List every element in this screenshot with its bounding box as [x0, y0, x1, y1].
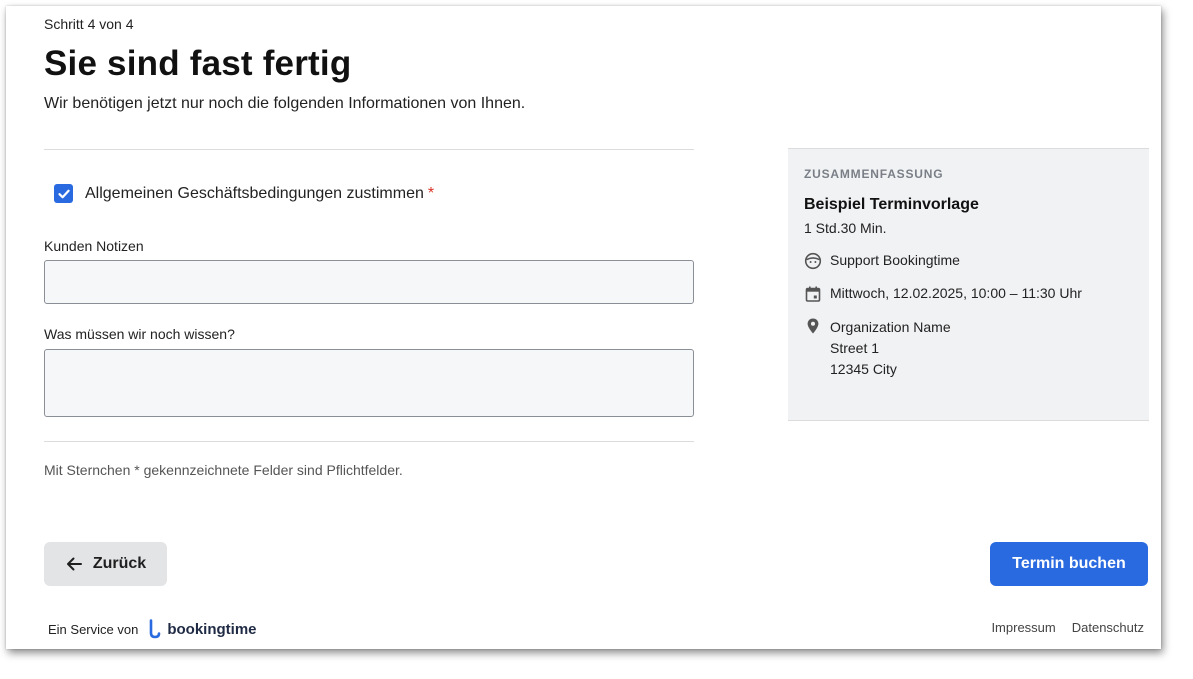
agb-checkbox[interactable]: [54, 184, 73, 203]
summary-heading: ZUSAMMENFASSUNG: [804, 167, 944, 181]
bookingtime-logo-icon: [150, 619, 161, 639]
notes-label: Kunden Notizen: [44, 238, 144, 254]
divider-top: [44, 149, 694, 150]
address-line: Street 1: [830, 340, 880, 356]
summary-staff-row: Support Bookingtime: [804, 252, 1133, 270]
calendar-icon: [804, 285, 822, 303]
page-title: Sie sind fast fertig: [44, 44, 352, 83]
summary-address: Organization Name Street 1 12345 City: [830, 317, 951, 380]
bookingtime-logo[interactable]: bookingtime: [148, 619, 257, 639]
location-pin-icon: [804, 317, 822, 335]
summary-datetime: Mittwoch, 12.02.2025, 10:00 – 11:30 Uhr: [830, 285, 1082, 301]
page-subtitle: Wir benötigen jetzt nur noch die folgend…: [44, 95, 526, 112]
summary-duration: 1 Std.30 Min.: [804, 220, 887, 236]
extra-info-label: Was müssen wir noch wissen?: [44, 326, 235, 342]
face-icon: [804, 252, 822, 270]
required-mark: *: [427, 184, 435, 202]
booking-card: Schritt 4 von 4 Sie sind fast fertig Wir…: [6, 6, 1161, 649]
arrow-left-icon: [66, 557, 82, 571]
back-button-label: Zurück: [92, 555, 147, 572]
checkmark-icon: [57, 189, 70, 198]
summary-staff: Support Bookingtime: [830, 252, 960, 268]
book-appointment-button[interactable]: Termin buchen: [990, 542, 1148, 586]
required-hint: Mit Sternchen * gekennzeichnete Felder s…: [44, 462, 403, 478]
privacy-link[interactable]: Datenschutz: [1072, 620, 1144, 635]
divider-bottom: [44, 441, 694, 442]
service-text: Ein Service von: [48, 621, 139, 637]
service-credit: Ein Service von bookingtime: [48, 619, 257, 639]
imprint-link[interactable]: Impressum: [991, 620, 1055, 635]
agb-label: Allgemeinen Geschäftsbedingungen zustimm…: [85, 184, 424, 202]
brand-name: bookingtime: [167, 620, 257, 638]
footer-links: Impressum Datenschutz: [975, 620, 1144, 635]
agb-consent-row[interactable]: Allgemeinen Geschäftsbedingungen zustimm…: [54, 184, 434, 203]
summary-datetime-row: Mittwoch, 12.02.2025, 10:00 – 11:30 Uhr: [804, 285, 1133, 303]
step-indicator: Schritt 4 von 4: [44, 16, 134, 32]
notes-input[interactable]: [44, 260, 694, 304]
back-button[interactable]: Zurück: [44, 542, 167, 586]
summary-address-row: Organization Name Street 1 12345 City: [804, 317, 1133, 380]
summary-service-title: Beispiel Terminvorlage: [804, 196, 979, 213]
extra-info-textarea[interactable]: [44, 349, 694, 417]
address-line: Organization Name: [830, 319, 951, 335]
address-line: 12345 City: [830, 361, 897, 377]
booking-summary: ZUSAMMENFASSUNG Beispiel Terminvorlage 1…: [788, 148, 1149, 421]
